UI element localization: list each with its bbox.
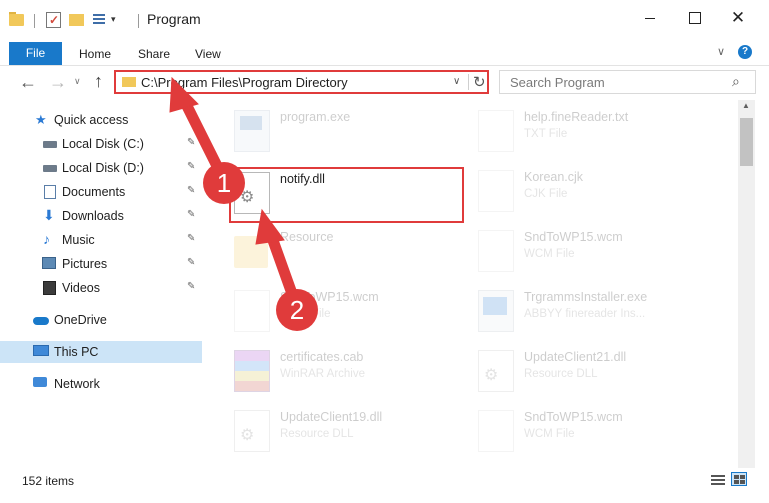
annotation-arrows xyxy=(169,76,301,308)
step-2-badge: 2 xyxy=(276,289,318,331)
step-1-badge: 1 xyxy=(203,162,245,204)
arrow-1-head xyxy=(169,76,199,113)
arrow-2-head xyxy=(255,208,285,245)
